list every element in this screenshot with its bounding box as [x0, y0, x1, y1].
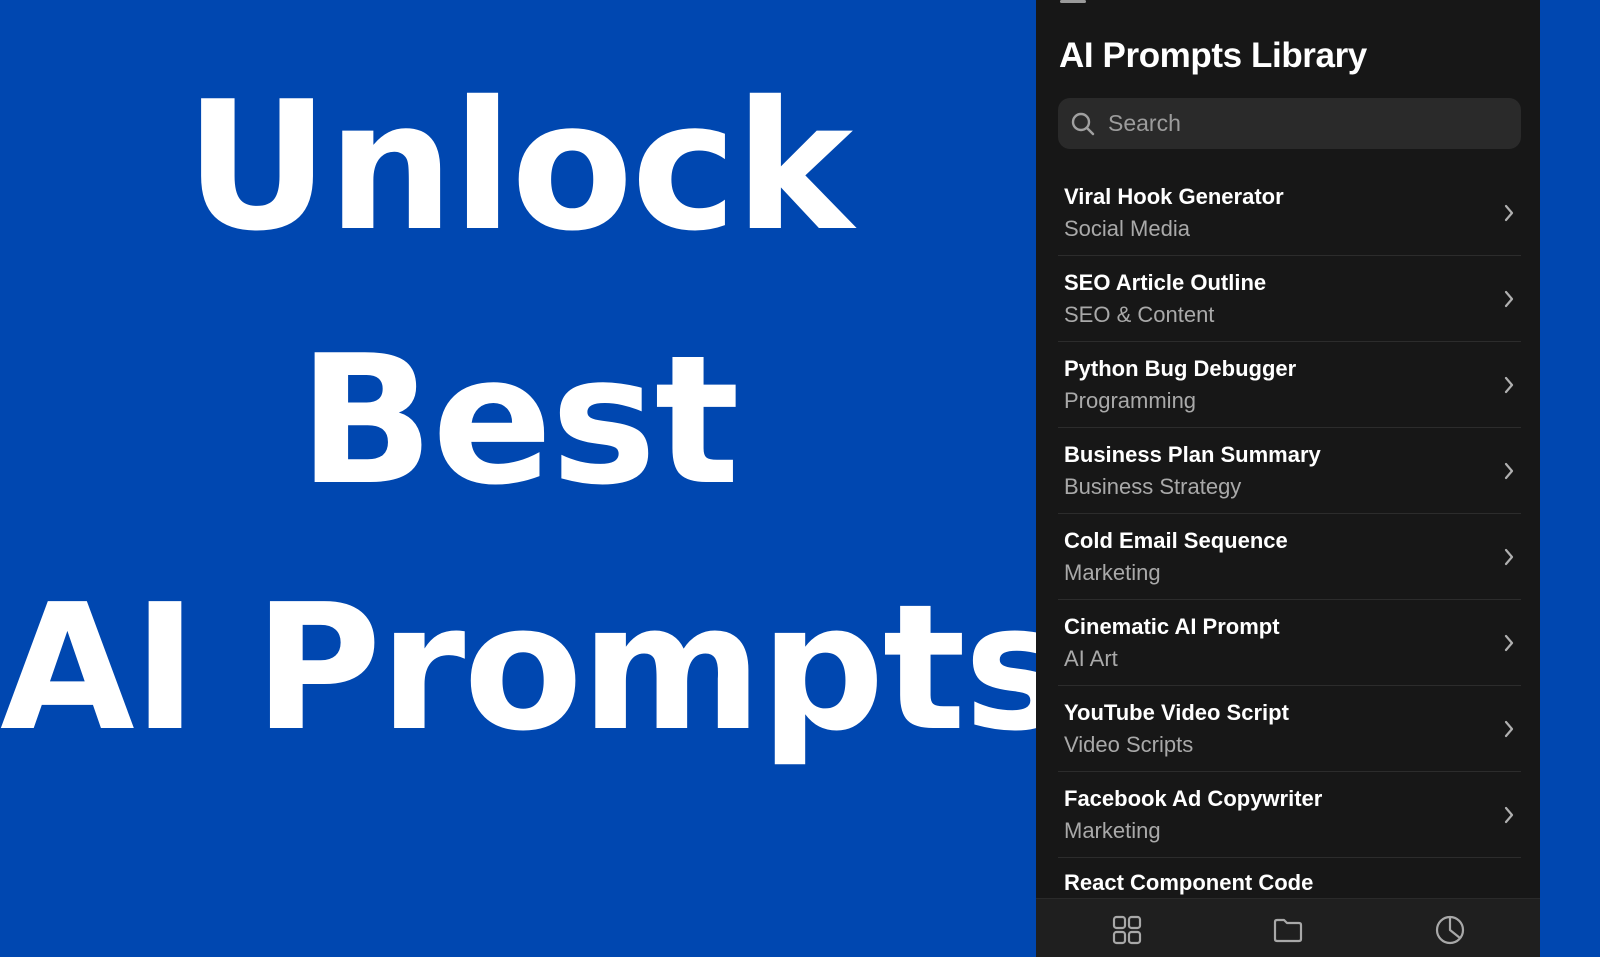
- chevron-right-icon: [1504, 462, 1514, 480]
- hero-headline-line-1: Unlock: [184, 63, 853, 270]
- chevron-right-icon: [1504, 634, 1514, 652]
- prompt-title: React Component Code: [1064, 870, 1314, 895]
- prompt-category: Social Media: [1064, 216, 1190, 241]
- tab-folders[interactable]: [1271, 913, 1305, 947]
- list-item[interactable]: Python Bug Debugger Programming: [1058, 342, 1521, 428]
- prompt-title: Cinematic AI Prompt: [1064, 614, 1280, 639]
- search-input[interactable]: [1108, 110, 1508, 137]
- list-item[interactable]: Cinematic AI Prompt AI Art: [1058, 600, 1521, 686]
- hero-headline-line-2: Best: [298, 317, 739, 524]
- bottom-tab-bar: [1036, 898, 1540, 957]
- prompt-category: Programming: [1064, 388, 1197, 413]
- prompt-title: Viral Hook Generator: [1064, 184, 1284, 209]
- hero-headline-line-3: AI Prompts: [0, 567, 1067, 770]
- app-screen: AI Prompts Library Viral Hook Generator …: [1036, 0, 1540, 957]
- prompt-category: Marketing: [1064, 818, 1161, 843]
- search-icon: [1071, 112, 1095, 135]
- page-title: AI Prompts Library: [1059, 36, 1367, 75]
- hero-banner: Unlock Best AI Prompts: [0, 0, 1067, 957]
- prompt-title: Cold Email Sequence: [1064, 528, 1288, 553]
- chevron-right-icon: [1504, 548, 1514, 566]
- menu-handle-icon[interactable]: [1060, 0, 1086, 3]
- tab-stats[interactable]: [1433, 913, 1467, 947]
- grid-icon: [1112, 915, 1142, 945]
- list-item[interactable]: Viral Hook Generator Social Media: [1058, 170, 1521, 256]
- prompt-title: YouTube Video Script: [1064, 700, 1289, 725]
- prompt-title: Business Plan Summary: [1064, 442, 1321, 467]
- prompt-title: SEO Article Outline: [1064, 270, 1267, 295]
- tab-library[interactable]: [1110, 913, 1144, 947]
- prompt-category: Business Strategy: [1064, 474, 1242, 499]
- prompt-category: SEO & Content: [1064, 302, 1215, 327]
- chevron-right-icon: [1504, 290, 1514, 308]
- pie-chart-icon: [1435, 915, 1465, 945]
- list-item[interactable]: YouTube Video Script Video Scripts: [1058, 686, 1521, 772]
- chevron-right-icon: [1504, 376, 1514, 394]
- prompt-title: Python Bug Debugger: [1064, 356, 1297, 381]
- folder-icon: [1273, 918, 1303, 943]
- prompt-list: Viral Hook Generator Social Media SEO Ar…: [1058, 170, 1521, 944]
- prompt-category: Video Scripts: [1064, 732, 1194, 757]
- list-item[interactable]: Business Plan Summary Business Strategy: [1058, 428, 1521, 514]
- list-item[interactable]: SEO Article Outline SEO & Content: [1058, 256, 1521, 342]
- chevron-right-icon: [1504, 720, 1514, 738]
- list-item[interactable]: Cold Email Sequence Marketing: [1058, 514, 1521, 600]
- prompt-category: Marketing: [1064, 560, 1161, 585]
- background-strip: [1540, 0, 1600, 957]
- list-item[interactable]: Facebook Ad Copywriter Marketing: [1058, 772, 1521, 858]
- chevron-right-icon: [1504, 806, 1514, 824]
- prompt-category: AI Art: [1064, 646, 1118, 671]
- chevron-right-icon: [1504, 204, 1514, 222]
- prompt-title: Facebook Ad Copywriter: [1064, 786, 1323, 811]
- search-bar[interactable]: [1058, 98, 1521, 149]
